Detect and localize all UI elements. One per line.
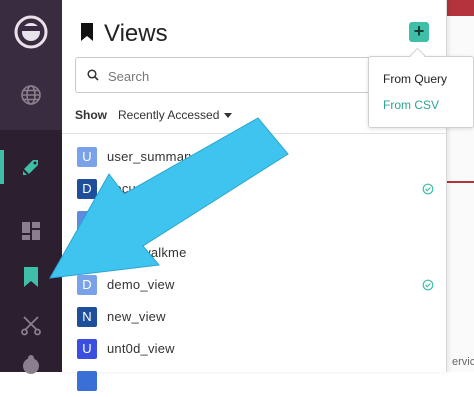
view-name: unt0d_view xyxy=(107,341,175,356)
bookmark-icon xyxy=(80,22,94,47)
view-type-badge: U xyxy=(77,339,97,359)
list-item[interactable]: D documents xyxy=(62,175,446,205)
nav-rail xyxy=(0,0,62,374)
view-name: demo_view xyxy=(107,277,175,292)
page-title: Views xyxy=(104,20,168,47)
search-input[interactable] xyxy=(106,65,340,87)
view-name: documents xyxy=(107,181,173,196)
check-circle-icon xyxy=(422,279,434,291)
background-header-bar xyxy=(447,0,474,16)
list-item[interactable]: U unt0d_view xyxy=(62,335,446,365)
menu-item-from-query[interactable]: From Query xyxy=(383,72,447,86)
bookmark-icon[interactable] xyxy=(0,262,62,292)
view-type-badge xyxy=(77,243,97,263)
search-icon xyxy=(87,69,99,81)
globe-icon[interactable] xyxy=(0,80,62,110)
view-type-badge: N xyxy=(77,307,97,327)
list-item[interactable]: view_walkme xyxy=(62,239,446,269)
list-item[interactable]: ...houston xyxy=(62,207,446,237)
list-item[interactable]: N new_view xyxy=(62,303,446,333)
view-type-badge: D xyxy=(77,275,97,295)
list-item[interactable]: D demo_view xyxy=(62,271,446,301)
view-name: user_summary xyxy=(107,149,196,164)
view-type-badge: D xyxy=(77,179,97,199)
add-view-menu: From Query From CSV xyxy=(368,56,474,128)
view-type-badge xyxy=(77,211,97,231)
logo-icon[interactable] xyxy=(0,14,62,50)
view-name: ...houston xyxy=(107,213,167,228)
check-circle-icon xyxy=(422,183,434,195)
background-text: ervic xyxy=(452,356,474,368)
menu-item-from-csv[interactable]: From CSV xyxy=(383,98,439,112)
sort-dropdown-value: Recently Accessed xyxy=(118,108,220,122)
chevron-down-icon xyxy=(224,113,233,119)
list-divider xyxy=(62,133,446,134)
show-label: Show xyxy=(75,108,107,122)
sort-dropdown[interactable]: Recently Accessed xyxy=(118,108,233,122)
background-divider xyxy=(447,181,474,183)
list-item[interactable]: U user_summary xyxy=(62,143,446,173)
view-name: view_walkme xyxy=(107,245,187,260)
pencil-tag-icon[interactable] xyxy=(0,152,62,182)
view-name: new_view xyxy=(107,309,166,324)
dashboard-icon[interactable] xyxy=(0,216,62,246)
view-type-badge: U xyxy=(77,147,97,167)
puzzle-icon[interactable] xyxy=(0,352,62,376)
add-view-button[interactable]: + xyxy=(409,22,429,42)
scissors-icon[interactable] xyxy=(0,310,62,340)
view-type-badge xyxy=(77,371,97,391)
